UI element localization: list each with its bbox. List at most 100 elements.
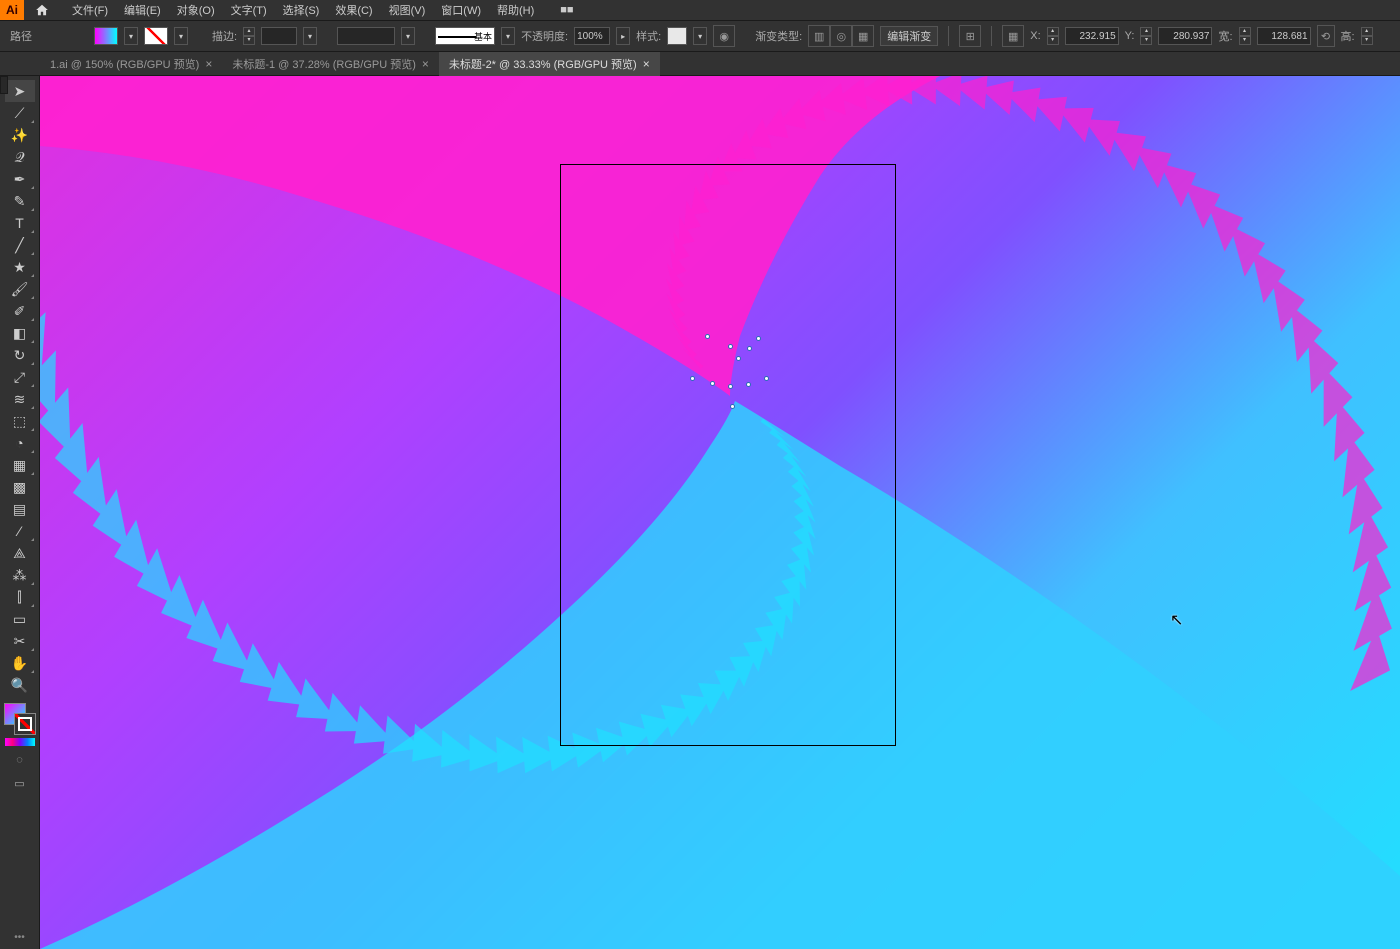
- y-value[interactable]: [1158, 27, 1212, 45]
- line-tool[interactable]: ╱: [5, 234, 35, 256]
- gradient-strip[interactable]: [5, 738, 35, 746]
- transform-icon[interactable]: ▦: [1002, 25, 1024, 47]
- anchor-point[interactable]: [710, 381, 715, 386]
- stroke-unit-dropdown[interactable]: ▾: [303, 27, 317, 45]
- style-swatch[interactable]: [667, 27, 687, 45]
- w-value[interactable]: [1257, 27, 1311, 45]
- menu-item[interactable]: 文件(F): [64, 2, 116, 18]
- brush-preview[interactable]: 基本: [435, 27, 495, 45]
- paintbrush-tool[interactable]: 🖌: [5, 278, 35, 300]
- free-transform-tool[interactable]: ⬚: [5, 410, 35, 432]
- stroke-spinner[interactable]: ▴▾: [243, 27, 255, 45]
- opacity-value[interactable]: [574, 27, 610, 45]
- color-tools: [4, 703, 36, 735]
- blend-tool[interactable]: ⟁: [5, 542, 35, 564]
- magic-wand-tool[interactable]: ✨: [5, 124, 35, 146]
- scale-tool[interactable]: ⤢: [5, 366, 35, 388]
- eyedropper-tool[interactable]: ⁄: [5, 520, 35, 542]
- w-spinner[interactable]: ▴▾: [1239, 27, 1251, 45]
- draw-mode-icon[interactable]: ◌: [5, 751, 35, 769]
- menu-item[interactable]: 窗口(W): [433, 2, 489, 18]
- type-tool[interactable]: T: [5, 212, 35, 234]
- close-icon[interactable]: ×: [205, 57, 212, 71]
- canvas[interactable]: ↖: [40, 76, 1400, 949]
- edit-gradient-button[interactable]: 编辑渐变: [880, 26, 938, 46]
- anchor-point[interactable]: [730, 404, 735, 409]
- anchor-point[interactable]: [736, 356, 741, 361]
- anchor-point[interactable]: [756, 336, 761, 341]
- width-tool[interactable]: ≋: [5, 388, 35, 410]
- x-spinner[interactable]: ▴▾: [1047, 27, 1059, 45]
- left-panel-handle[interactable]: [0, 76, 8, 94]
- eraser-tool[interactable]: ◧: [5, 322, 35, 344]
- fill-dropdown[interactable]: ▾: [124, 27, 138, 45]
- close-icon[interactable]: ×: [422, 57, 429, 71]
- stroke-profile-dropdown[interactable]: ▾: [401, 27, 415, 45]
- anchor-point[interactable]: [705, 334, 710, 339]
- stroke-color[interactable]: [14, 713, 36, 735]
- workspace[interactable]: ↖: [40, 76, 1400, 949]
- linear-gradient-icon[interactable]: ▥: [808, 25, 830, 47]
- close-icon[interactable]: ×: [643, 57, 650, 71]
- menu-item[interactable]: 效果(C): [327, 2, 380, 18]
- anchor-point[interactable]: [747, 346, 752, 351]
- opacity-dropdown[interactable]: ▸: [616, 27, 630, 45]
- direct-selection-tool[interactable]: ⟋: [5, 102, 35, 124]
- control-bar: 路径 ▾ ▾ 描边: ▴▾ ▾ ▾ 基本 ▾ 不透明度: ▸ 样式: ▾ ◉ 渐…: [0, 20, 1400, 52]
- y-spinner[interactable]: ▴▾: [1140, 27, 1152, 45]
- mesh-tool[interactable]: ▩: [5, 476, 35, 498]
- shape-builder-tool[interactable]: ◔: [5, 432, 35, 454]
- home-icon[interactable]: [30, 3, 54, 17]
- app-logo[interactable]: Ai: [0, 0, 24, 20]
- x-value[interactable]: [1065, 27, 1119, 45]
- menu-item[interactable]: 选择(S): [275, 2, 328, 18]
- link-icon[interactable]: ⟲: [1317, 25, 1335, 47]
- freeform-gradient-icon[interactable]: ▦: [852, 25, 874, 47]
- align-icon[interactable]: ⊞: [959, 25, 981, 47]
- recolor-icon[interactable]: ◉: [713, 25, 735, 47]
- anchor-point[interactable]: [690, 376, 695, 381]
- gradient-tool[interactable]: ▤: [5, 498, 35, 520]
- document-tab[interactable]: 未标题-1 @ 37.28% (RGB/GPU 预览)×: [222, 52, 439, 76]
- menu-extra[interactable]: ■■: [552, 4, 581, 16]
- brush-dropdown[interactable]: ▾: [501, 27, 515, 45]
- anchor-point[interactable]: [728, 344, 733, 349]
- symbol-sprayer-tool[interactable]: ⁂: [5, 564, 35, 586]
- pencil-tool[interactable]: ✐: [5, 300, 35, 322]
- fill-swatch[interactable]: [94, 27, 118, 45]
- stroke-dropdown[interactable]: ▾: [174, 27, 188, 45]
- artboard-tool[interactable]: ▭: [5, 608, 35, 630]
- stroke-value[interactable]: [261, 27, 297, 45]
- anchor-point[interactable]: [728, 384, 733, 389]
- graph-tool[interactable]: ⫿: [5, 586, 35, 608]
- lasso-tool[interactable]: 𝒬: [5, 146, 35, 168]
- pen-tool[interactable]: ✒: [5, 168, 35, 190]
- radial-gradient-icon[interactable]: ◎: [830, 25, 852, 47]
- document-tab[interactable]: 未标题-2* @ 33.33% (RGB/GPU 预览)×: [439, 52, 660, 76]
- perspective-tool[interactable]: ▦: [5, 454, 35, 476]
- menu-item[interactable]: 编辑(E): [116, 2, 169, 18]
- menu-item[interactable]: 帮助(H): [489, 2, 542, 18]
- curvature-tool[interactable]: ✎: [5, 190, 35, 212]
- separator: [948, 26, 949, 46]
- toolbar: ➤⟋✨𝒬✒✎T╱★🖌✐◧↻⤢≋⬚◔▦▩▤⁄⟁⁂⫿▭✂✋🔍 ◌ ▭ •••: [0, 76, 40, 949]
- hand-tool[interactable]: ✋: [5, 652, 35, 674]
- style-dropdown[interactable]: ▾: [693, 27, 707, 45]
- menu-item[interactable]: 视图(V): [381, 2, 434, 18]
- screen-mode-icon[interactable]: ▭: [5, 774, 35, 792]
- slice-tool[interactable]: ✂: [5, 630, 35, 652]
- menu-item[interactable]: 对象(O): [169, 2, 223, 18]
- zoom-tool[interactable]: 🔍: [5, 674, 35, 696]
- stroke-swatch[interactable]: [144, 27, 168, 45]
- stroke-profile[interactable]: [337, 27, 395, 45]
- h-spinner[interactable]: ▴▾: [1361, 27, 1373, 45]
- anchor-point[interactable]: [764, 376, 769, 381]
- anchor-point[interactable]: [746, 382, 751, 387]
- toolbar-options-icon[interactable]: •••: [14, 932, 25, 943]
- selection-tool[interactable]: ➤: [5, 80, 35, 102]
- menu-item[interactable]: 文字(T): [223, 2, 275, 18]
- stroke-label: 描边:: [212, 28, 237, 44]
- rotate-tool[interactable]: ↻: [5, 344, 35, 366]
- star-tool[interactable]: ★: [5, 256, 35, 278]
- document-tab[interactable]: 1.ai @ 150% (RGB/GPU 预览)×: [40, 52, 222, 76]
